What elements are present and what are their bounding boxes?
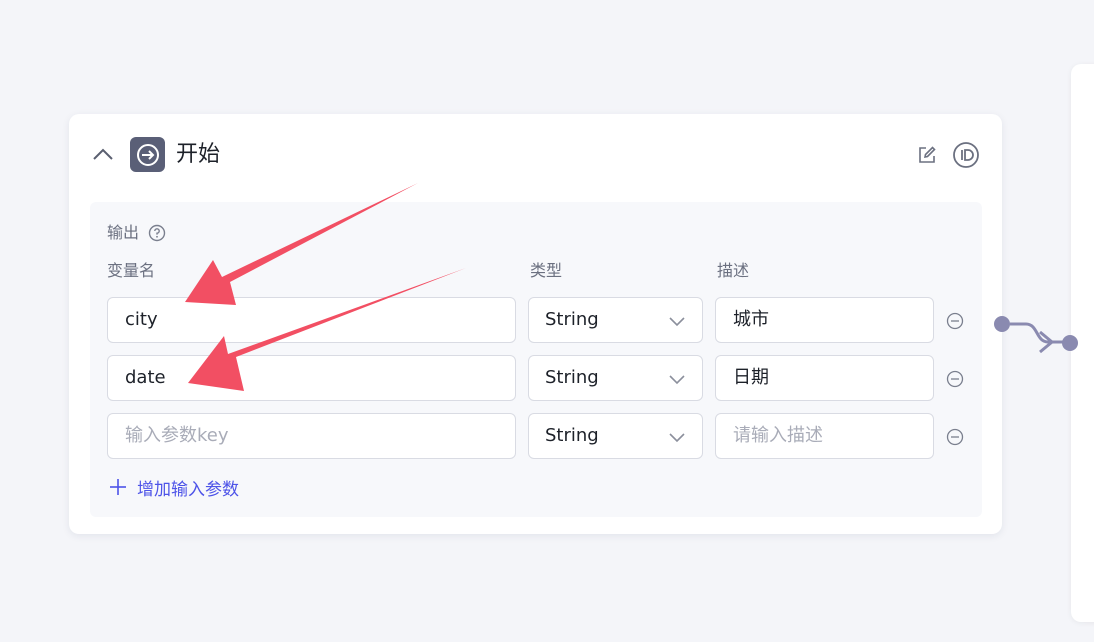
output-title: 输出	[107, 223, 140, 242]
node-title: 开始	[176, 142, 221, 167]
remove-circle-icon[interactable]	[946, 312, 964, 330]
chevron-down-icon	[669, 433, 685, 443]
description-input[interactable]: 日期	[715, 355, 934, 401]
node-header: 开始	[69, 114, 1002, 196]
variable-name-input[interactable]: city	[107, 297, 516, 343]
id-icon[interactable]	[952, 141, 980, 169]
variable-name-input[interactable]: date	[107, 355, 516, 401]
output-panel: 输出 变量名 类型 描述 city String 城市 date String …	[90, 202, 982, 517]
remove-circle-icon[interactable]	[946, 370, 964, 388]
variable-name-input[interactable]: 输入参数key	[107, 413, 516, 459]
type-select[interactable]: String	[528, 297, 703, 343]
chevron-up-icon[interactable]	[91, 144, 115, 164]
start-node-icon	[130, 137, 165, 172]
remove-circle-icon[interactable]	[946, 428, 964, 446]
help-icon[interactable]	[148, 224, 166, 242]
description-input[interactable]: 请输入描述	[715, 413, 934, 459]
type-select-value: String	[545, 425, 599, 446]
type-select-value: String	[545, 309, 599, 330]
column-header-type: 类型	[530, 261, 563, 280]
type-select[interactable]: String	[528, 355, 703, 401]
description-input[interactable]: 城市	[715, 297, 934, 343]
type-select[interactable]: String	[528, 413, 703, 459]
chevron-down-icon	[669, 317, 685, 327]
add-parameter-label: 增加输入参数	[137, 479, 239, 500]
plus-icon	[110, 479, 126, 495]
edit-icon[interactable]	[917, 145, 937, 165]
add-parameter-button[interactable]: 增加输入参数	[109, 474, 239, 500]
connector-handle-icon[interactable]	[990, 312, 1082, 358]
chevron-down-icon	[669, 375, 685, 385]
column-header-name: 变量名	[107, 261, 156, 280]
type-select-value: String	[545, 367, 599, 388]
column-header-description: 描述	[717, 261, 750, 280]
start-node-card[interactable]: 开始 输出 变量名 类型 描述 city String 城市 date Stri…	[69, 114, 1002, 534]
